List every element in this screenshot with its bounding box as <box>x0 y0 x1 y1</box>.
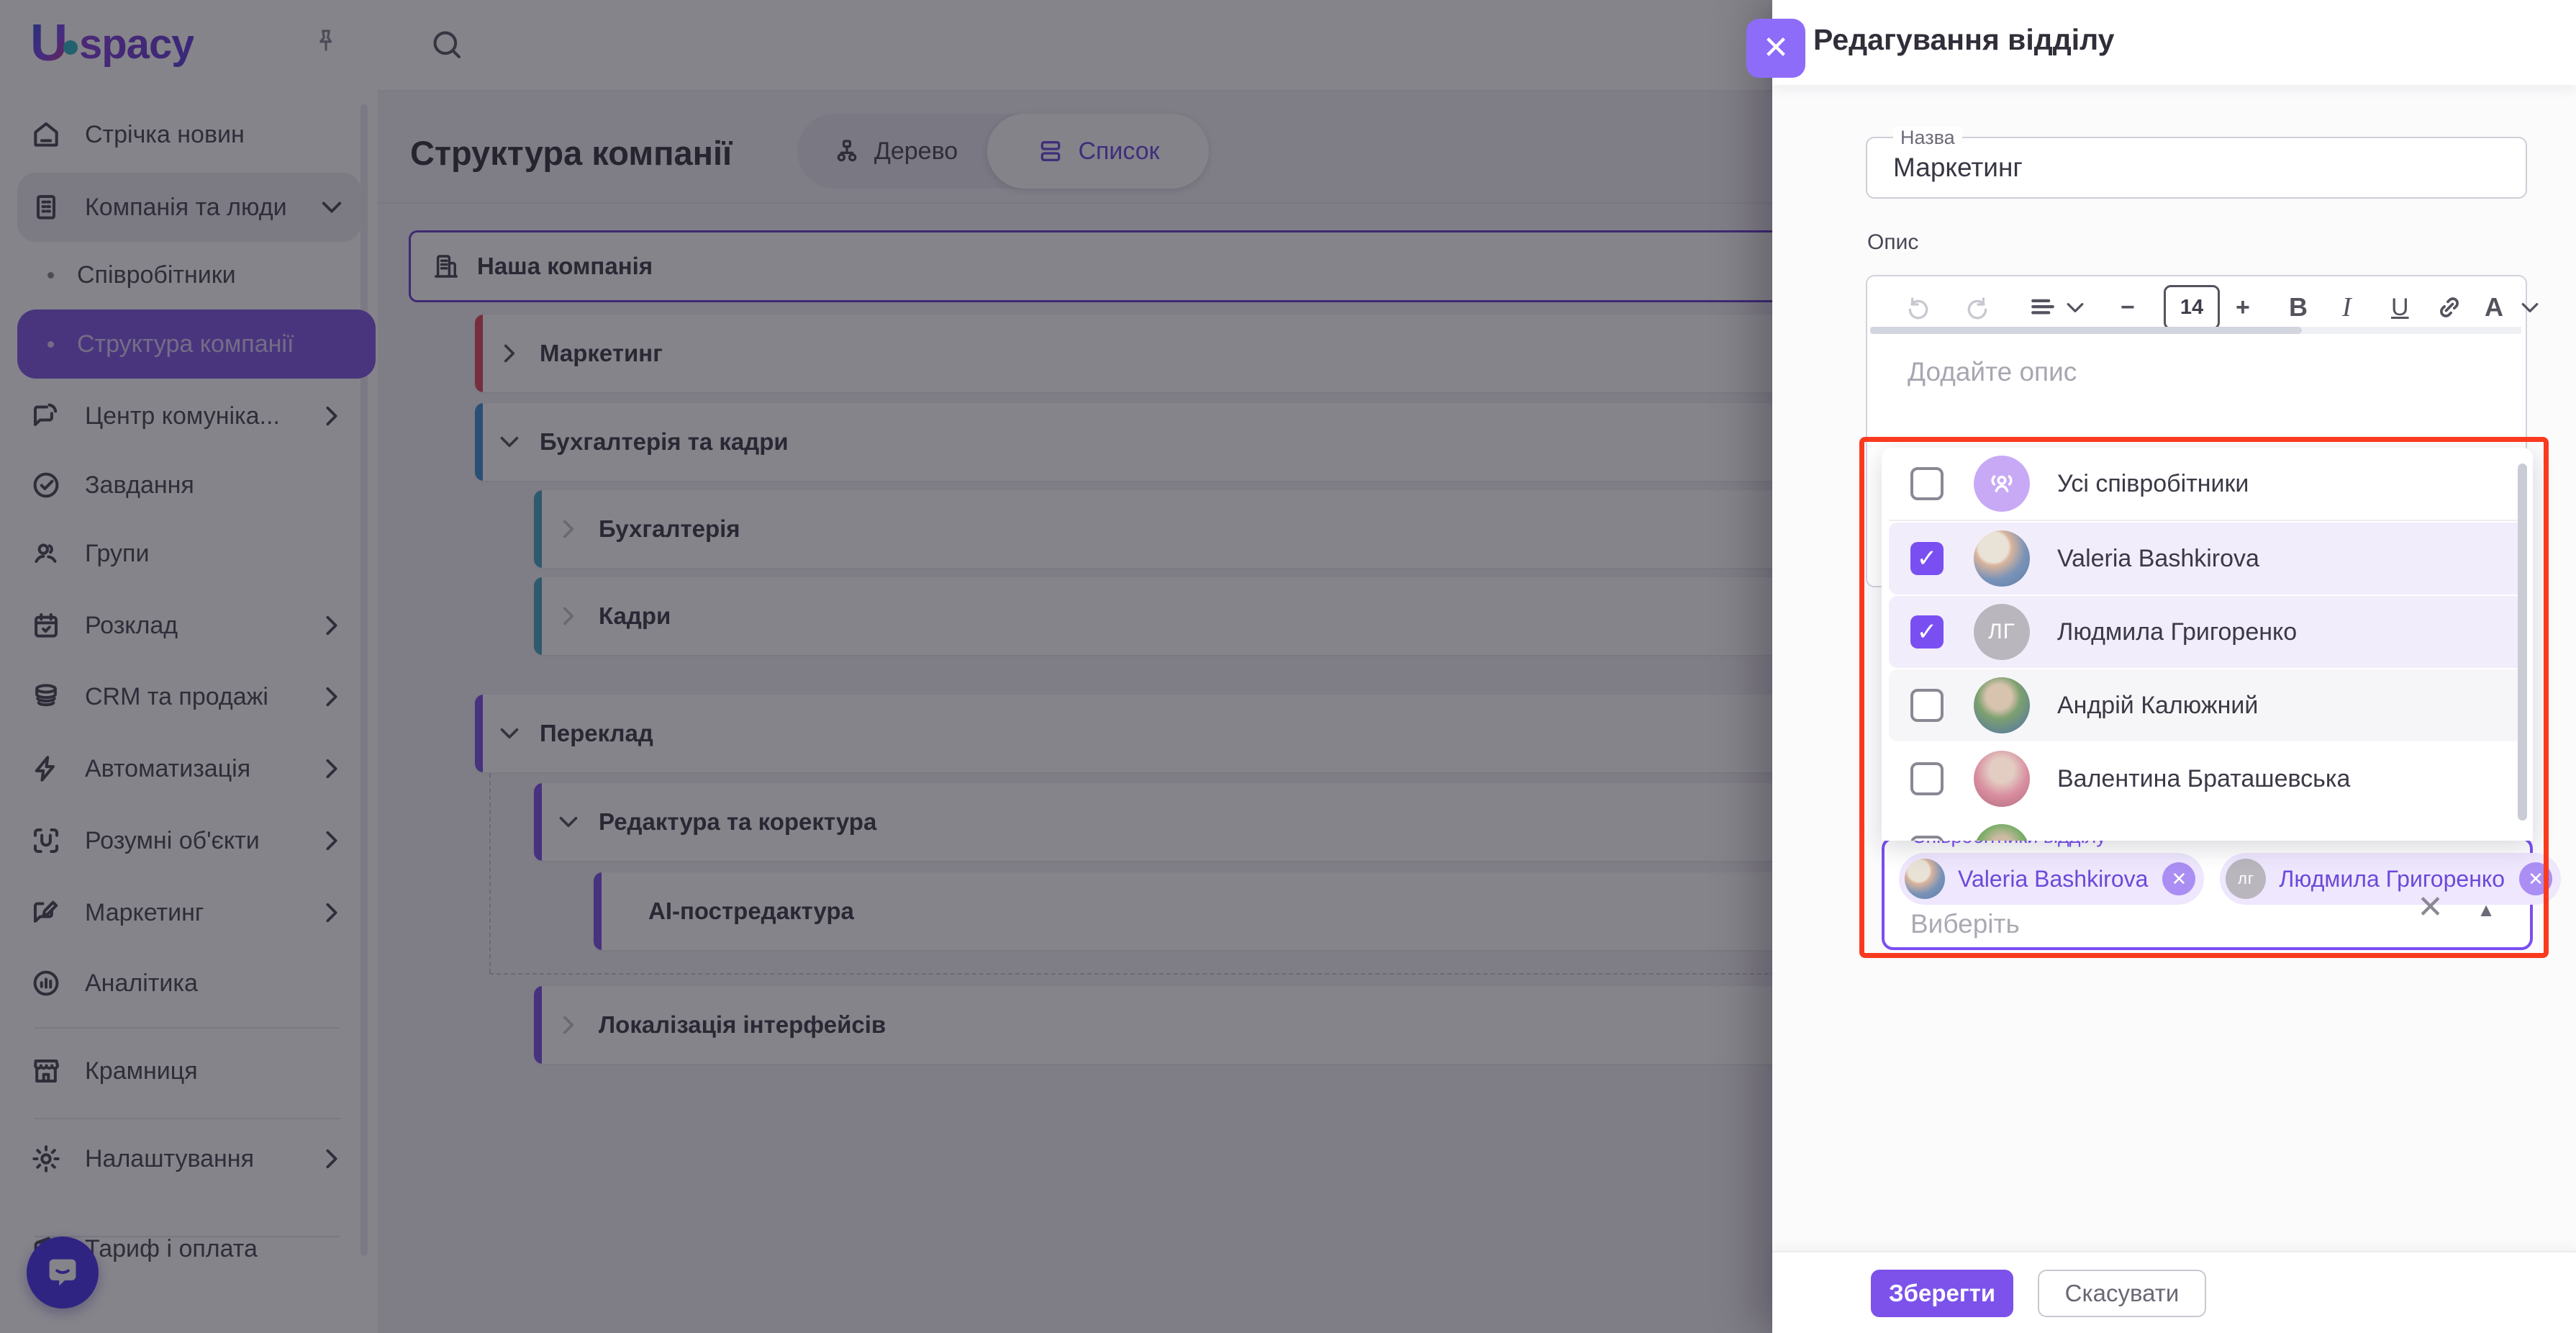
chip-liudmyla[interactable]: лг Людмила Григоренко ✕ <box>2220 853 2561 905</box>
close-panel-button[interactable]: ✕ <box>1746 19 1805 78</box>
avatar-photo <box>1905 859 1945 899</box>
checkbox-unchecked[interactable] <box>1910 762 1944 795</box>
member-name: Валентина Браташевська <box>2057 765 2350 793</box>
editor-placeholder[interactable]: Додайте опис <box>1908 357 2077 387</box>
caret-up-icon[interactable]: ▲ <box>2477 900 2495 919</box>
font-size-value[interactable]: 14 <box>2164 286 2220 328</box>
modal-backdrop[interactable] <box>0 0 1772 1333</box>
member-name: Усі співробітники <box>2057 470 2249 498</box>
link-icon[interactable] <box>2434 286 2464 328</box>
member-option-liudmyla[interactable]: ЛГ Людмила Григоренко <box>1889 596 2526 668</box>
bold-button[interactable]: B <box>2289 286 2308 328</box>
redo-icon[interactable] <box>1964 286 1992 328</box>
app-window: U spacy Стрічка новин Компанія та люди С… <box>0 0 2576 1333</box>
checkbox-unchecked[interactable] <box>1910 467 1944 500</box>
checkbox-checked[interactable] <box>1910 542 1944 575</box>
underline-button[interactable]: U <box>2391 286 2409 328</box>
chip-label: Valeria Bashkirova <box>1958 866 2148 893</box>
description-label: Опис <box>1867 230 1918 255</box>
avatar-photo <box>1974 824 2030 841</box>
edit-department-panel: Редагування відділу Назва Маркетинг Опис… <box>1772 0 2576 1333</box>
cancel-button[interactable]: Скасувати <box>2038 1270 2206 1317</box>
save-button[interactable]: Зберегти <box>1871 1270 2013 1317</box>
select-placeholder: Виберіть <box>1910 909 2020 939</box>
avatar-photo <box>1974 751 2030 807</box>
name-field-label: Назва <box>1893 127 1962 149</box>
font-size-increase-button[interactable]: + <box>2236 286 2250 328</box>
toolbar-scrollbar[interactable] <box>1870 327 2521 334</box>
chevron-down-icon[interactable] <box>2521 286 2539 328</box>
member-name: Андрій Калюжний <box>2057 692 2258 720</box>
list-scrollbar[interactable] <box>2518 464 2527 821</box>
avatar-initials: ЛГ <box>1974 604 2030 660</box>
member-option-all[interactable]: Усі співробітники <box>1889 448 2526 521</box>
font-color-button[interactable]: A <box>2485 286 2503 328</box>
panel-title: Редагування відділу <box>1813 23 2115 57</box>
panel-header: Редагування відділу <box>1772 0 2576 85</box>
member-option-valentyna[interactable]: Валентина Браташевська <box>1889 743 2526 815</box>
avatar-photo <box>1974 677 2030 733</box>
checkbox-unchecked[interactable] <box>1910 836 1944 841</box>
avatar-photo <box>1974 530 2030 587</box>
name-field-value: Маркетинг <box>1893 153 2023 183</box>
selected-chips: Valeria Bashkirova ✕ лг Людмила Григорен… <box>1899 853 2561 905</box>
remove-chip-icon[interactable]: ✕ <box>2519 862 2552 895</box>
department-members-select[interactable]: Співробітники відділу Valeria Bashkirova… <box>1882 837 2533 950</box>
align-text-icon[interactable] <box>2027 286 2059 328</box>
member-option-valeria[interactable]: Valeria Bashkirova <box>1889 523 2526 595</box>
remove-chip-icon[interactable]: ✕ <box>2162 862 2195 895</box>
font-size-decrease-button[interactable]: − <box>2121 286 2135 328</box>
chip-label: Людмила Григоренко <box>2279 866 2505 893</box>
panel-footer: Зберегти Скасувати <box>1772 1251 2576 1333</box>
department-name-field[interactable]: Назва Маркетинг <box>1866 137 2527 199</box>
member-name: Людмила Григоренко <box>2057 618 2297 646</box>
chevron-down-icon[interactable] <box>2066 286 2085 328</box>
member-name: Valeria Bashkirova <box>2057 545 2259 573</box>
members-dropdown-list: Усі співробітники Valeria Bashkirova ЛГ … <box>1882 448 2533 841</box>
checkbox-checked[interactable] <box>1910 615 1944 649</box>
member-option-partial[interactable] <box>1889 816 2526 841</box>
avatar-initials: лг <box>2226 859 2266 899</box>
checkbox-unchecked[interactable] <box>1910 689 1944 722</box>
italic-button[interactable]: I <box>2342 286 2351 328</box>
clear-selection-icon[interactable]: ✕ <box>2417 892 2444 923</box>
chip-valeria[interactable]: Valeria Bashkirova ✕ <box>1899 853 2204 905</box>
member-option-andrii[interactable]: Андрій Калюжний <box>1889 669 2526 741</box>
undo-icon[interactable] <box>1903 286 1932 328</box>
all-employees-avatar-icon <box>1974 456 2030 512</box>
